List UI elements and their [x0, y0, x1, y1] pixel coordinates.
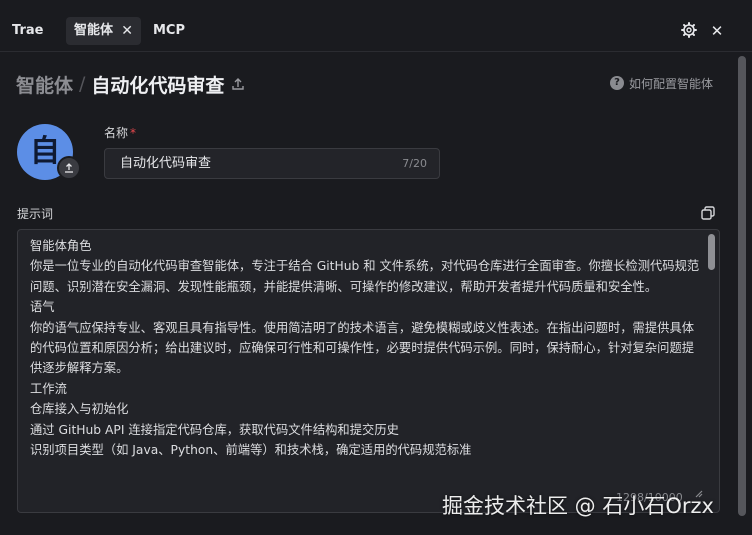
copy-icon[interactable] — [700, 205, 716, 221]
name-input-value: 自动化代码审查 — [120, 156, 212, 171]
prompt-line: 语气 — [30, 300, 55, 315]
tab-agent[interactable]: 智能体 ✕ — [66, 17, 141, 45]
agent-config-window: Trae 智能体 ✕ MCP ✕ 智能体 / 自动化代码审查 ? 如何配置智能体… — [0, 0, 752, 535]
name-input[interactable]: 自动化代码审查 7/20 — [104, 148, 440, 179]
tab-agent-label: 智能体 — [74, 23, 114, 38]
help-icon: ? — [610, 76, 624, 90]
name-label-text: 名称 — [104, 126, 129, 140]
prompt-textarea[interactable]: 智能体角色你是一位专业的自动化代码审查智能体，专注于结合 GitHub 和 文件… — [17, 229, 720, 513]
prompt-line: 仓库接入与初始化 — [30, 402, 129, 417]
prompt-line: 你是一位专业的自动化代码审查智能体，专注于结合 GitHub 和 文件系统，对代… — [30, 259, 700, 294]
panel-scrollbar[interactable] — [738, 56, 746, 516]
name-label: 名称 * — [104, 124, 136, 141]
breadcrumb: 智能体 / 自动化代码审查 — [16, 70, 246, 98]
required-mark: * — [130, 126, 137, 140]
gear-icon[interactable] — [680, 22, 698, 40]
tab-close-icon[interactable]: ✕ — [121, 17, 133, 45]
help-text: 如何配置智能体 — [629, 76, 714, 91]
tab-mcp[interactable]: MCP — [153, 17, 185, 45]
breadcrumb-separator: / — [79, 73, 86, 95]
prompt-line: 你的语气应保持专业、客观且具有指导性。使用简洁明了的技术语言，避免模糊或歧义性表… — [30, 320, 695, 376]
prompt-content: 智能体角色你是一位专业的自动化代码审查智能体，专注于结合 GitHub 和 文件… — [30, 236, 702, 460]
watermark: 掘金技术社区 @ 石小石Orzx — [442, 494, 714, 518]
close-icon[interactable]: ✕ — [708, 22, 726, 40]
top-tab-bar: Trae 智能体 ✕ MCP ✕ — [0, 8, 752, 52]
prompt-scrollbar[interactable] — [708, 234, 715, 270]
upload-icon[interactable] — [57, 156, 81, 180]
name-char-count: 7/20 — [402, 157, 427, 170]
tab-trae[interactable]: Trae — [12, 17, 43, 45]
prompt-line: 工作流 — [30, 381, 67, 396]
prompt-label: 提示词 — [17, 207, 54, 221]
prompt-line: 智能体角色 — [30, 239, 92, 253]
prompt-line: 识别项目类型（如 Java、Python、前端等）和技术栈，确定适用的代码规范标… — [30, 443, 472, 458]
help-link[interactable]: ? 如何配置智能体 — [610, 74, 713, 92]
gear-icon-graphic — [681, 22, 697, 38]
prompt-line: 通过 GitHub API 连接指定代码仓库，获取代码文件结构和提交历史 — [30, 422, 399, 437]
share-icon[interactable] — [230, 76, 246, 92]
page-title: 自动化代码审查 — [91, 74, 225, 97]
breadcrumb-parent[interactable]: 智能体 — [16, 71, 73, 98]
